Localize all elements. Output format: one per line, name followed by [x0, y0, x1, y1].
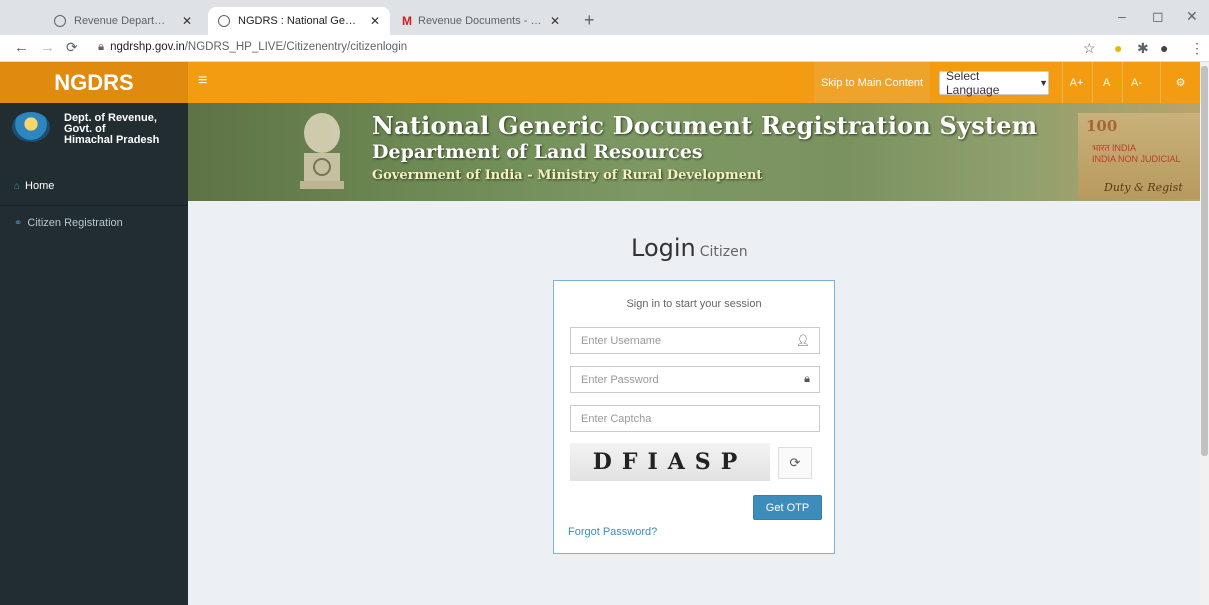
tab-title: NGDRS : National Generic Docu — [238, 15, 362, 27]
dept-line: Himachal Pradesh — [64, 134, 160, 146]
tab-title: Revenue Department, Governme — [74, 15, 174, 27]
gears-icon[interactable]: ⚙ — [1160, 62, 1200, 103]
link-icon: ⚭ — [14, 217, 23, 229]
forward-icon[interactable]: → — [40, 39, 55, 56]
address-bar: ← → ⟳ 🔒︎ ngdrshp.gov.in/NGDRS_HP_LIVE/Cit… — [0, 35, 1209, 62]
stamp-paper-image: 100 भारत INDIA INDIA NON JUDICIAL Duty &… — [1078, 113, 1200, 199]
home-icon: ⌂ — [14, 180, 21, 192]
browser-tab-revenue[interactable]: Revenue Department, Governme ✕ — [44, 7, 202, 35]
banner-ministry: Government of India - Ministry of Rural … — [372, 168, 763, 183]
dept-name: Dept. of Revenue, Govt. of Himachal Prad… — [64, 113, 159, 146]
globe-icon — [218, 15, 230, 27]
login-box: Sign in to start your session Enter User… — [553, 280, 835, 554]
font-increase-button[interactable]: A+ — [1062, 62, 1090, 103]
captcha-image: DFIASP — [570, 443, 770, 481]
dept-logo — [12, 112, 50, 142]
national-emblem-icon — [300, 113, 344, 189]
banner-title: National Generic Document Registration S… — [372, 111, 1038, 140]
brand-logo[interactable]: NGDRS — [0, 62, 188, 103]
sidebar-item-label: Home — [25, 180, 55, 192]
window-close-icon[interactable]: ✕ — [1186, 8, 1198, 25]
page-title: Login Citizen — [631, 234, 748, 262]
url-field[interactable]: 🔒︎ ngdrshp.gov.in/NGDRS_HP_LIVE/Citizenen… — [98, 41, 407, 54]
stamp-caption: Duty & Regist — [1104, 181, 1183, 194]
sidebar-toggle-icon[interactable]: ≡ — [198, 72, 207, 90]
sidebar-item-citizen-registration[interactable]: ⚭ Citizen Registration — [14, 217, 123, 229]
username-placeholder: Enter Username — [581, 334, 662, 347]
top-navbar: ≡ Skip to Main Content Select Language ▼… — [188, 62, 1200, 103]
captcha-input[interactable]: Enter Captcha — [570, 405, 820, 432]
close-icon[interactable]: ✕ — [550, 14, 560, 28]
language-select-label: Select Language — [946, 69, 1000, 97]
browser-tab-gmail[interactable]: M Revenue Documents - kanavkap ✕ — [392, 7, 570, 35]
main-content: Login Citizen Sign in to start your sessi… — [188, 201, 1200, 605]
maximize-icon[interactable]: ◻ — [1152, 8, 1164, 25]
page-scrollbar[interactable] — [1200, 62, 1209, 605]
menu-dots-icon[interactable]: ⋮ — [1190, 40, 1204, 57]
login-message: Sign in to start your session — [626, 298, 762, 310]
close-icon[interactable]: ✕ — [370, 14, 380, 28]
get-otp-button[interactable]: Get OTP — [753, 495, 822, 520]
username-input[interactable]: Enter Username 👤︎ — [570, 327, 820, 354]
skip-to-content-link[interactable]: Skip to Main Content — [814, 62, 930, 103]
login-title: Login — [631, 234, 696, 262]
lock-icon: 🔒︎ — [98, 41, 105, 53]
gmail-icon: M — [402, 14, 412, 28]
back-icon[interactable]: ← — [14, 39, 29, 56]
extension-icon[interactable]: ● — [1114, 40, 1122, 56]
star-icon[interactable]: ☆ — [1083, 40, 1096, 57]
font-decrease-button[interactable]: A- — [1122, 62, 1150, 103]
forgot-password-link[interactable]: Forgot Password? — [568, 526, 657, 538]
password-placeholder: Enter Password — [581, 373, 659, 386]
stamp-value: 100 — [1086, 117, 1118, 135]
sidebar: Dept. of Revenue, Govt. of Himachal Prad… — [0, 103, 188, 605]
dept-panel: Dept. of Revenue, Govt. of Himachal Prad… — [0, 103, 188, 163]
sidebar-item-home[interactable]: ⌂ Home — [14, 180, 54, 192]
language-select[interactable]: Select Language ▼ — [939, 69, 1049, 97]
reload-icon[interactable]: ⟳ — [66, 39, 78, 56]
close-icon[interactable]: ✕ — [182, 14, 192, 28]
browser-tab-bar: Revenue Department, Governme ✕ NGDRS : N… — [0, 0, 1209, 35]
lock-icon: 🔒︎ — [804, 373, 810, 385]
user-icon: 👤︎ — [796, 335, 810, 347]
profile-avatar[interactable]: ● — [1160, 40, 1168, 56]
tab-title: Revenue Documents - kanavkap — [418, 15, 542, 27]
font-normal-button[interactable]: A — [1092, 62, 1120, 103]
sidebar-item-label: Citizen Registration — [27, 217, 123, 229]
stamp-text: भारत INDIA INDIA NON JUDICIAL — [1092, 143, 1181, 164]
browser-tab-ngdrs[interactable]: NGDRS : National Generic Docu ✕ — [208, 7, 390, 35]
new-tab-button[interactable]: + — [584, 10, 595, 31]
refresh-captcha-icon[interactable]: ⟳ — [778, 447, 812, 479]
url-path: /NGDRS_HP_LIVE/Citizenentry/citizenlogin — [184, 41, 408, 53]
caret-down-icon: ▼ — [1039, 78, 1048, 88]
captcha-placeholder: Enter Captcha — [581, 412, 652, 425]
header-banner: National Generic Document Registration S… — [188, 103, 1200, 201]
banner-subtitle: Department of Land Resources — [372, 141, 703, 163]
minimize-icon[interactable]: – — [1118, 8, 1126, 24]
password-input[interactable]: Enter Password 🔒︎ — [570, 366, 820, 393]
url-host: ngdrshp.gov.in — [110, 41, 185, 53]
sidebar-divider — [0, 205, 188, 206]
scrollbar-thumb[interactable] — [1201, 66, 1208, 456]
login-subtitle: Citizen — [699, 244, 748, 260]
globe-icon — [54, 15, 66, 27]
puzzle-icon[interactable]: ✱ — [1137, 40, 1149, 57]
